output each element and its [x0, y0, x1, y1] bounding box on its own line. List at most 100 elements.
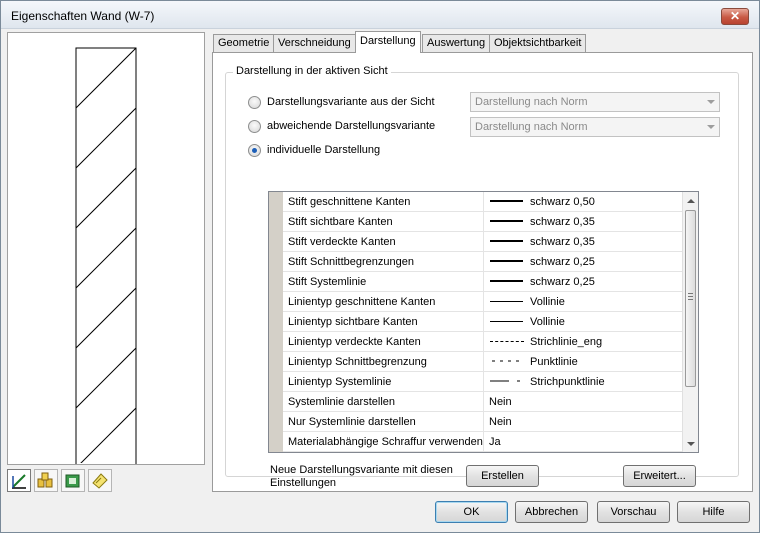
scroll-thumb[interactable] [685, 210, 696, 387]
property-name: Stift sichtbare Kanten [283, 212, 484, 231]
property-value-text: Punktlinie [530, 356, 578, 368]
table-row[interactable]: Linientyp Systemlinie Strichpunktlinie [283, 372, 682, 392]
line-sample [490, 301, 523, 302]
table-row[interactable]: Stift Systemlinie schwarz 0,25 [283, 272, 682, 292]
dialog-window: Eigenschaften Wand (W-7) ✕ Geometrie Ver… [0, 0, 760, 533]
property-value-text: schwarz 0,50 [530, 196, 595, 208]
help-button[interactable]: Hilfe [677, 501, 750, 523]
property-name: Stift Schnittbegrenzungen [283, 252, 484, 271]
property-value[interactable]: schwarz 0,25 [485, 272, 682, 291]
chevron-down-icon [707, 125, 715, 129]
close-button[interactable]: ✕ [721, 8, 749, 25]
wall-hatch-drawing [75, 47, 137, 464]
property-value-text: schwarz 0,25 [530, 276, 595, 288]
table-row[interactable]: Stift geschnittene Kanten schwarz 0,50 [283, 192, 682, 212]
chevron-down-icon [707, 100, 715, 104]
table-row[interactable]: Stift sichtbare Kanten schwarz 0,35 [283, 212, 682, 232]
radio-individual[interactable]: individuelle Darstellung [248, 143, 448, 159]
scroll-up-icon[interactable] [687, 199, 695, 203]
wall-preview [7, 32, 205, 465]
advanced-button[interactable]: Erweitert... [623, 465, 696, 487]
property-value-text: Vollinie [530, 296, 565, 308]
vertical-scrollbar[interactable] [682, 192, 698, 452]
property-name: Linientyp geschnittene Kanten [283, 292, 484, 311]
property-value[interactable]: schwarz 0,50 [485, 192, 682, 211]
table-row[interactable]: Linientyp Schnittbegrenzung Punktlinie [283, 352, 682, 372]
alternate-variant-select: Darstellung nach Norm [470, 117, 720, 137]
property-value[interactable]: schwarz 0,25 [485, 252, 682, 271]
property-value[interactable]: Strichlinie_eng [485, 332, 682, 351]
table-row[interactable]: Materialabhängige Schraffur verwenden Ja [283, 432, 682, 452]
property-name: Systemlinie darstellen [283, 392, 484, 411]
radio-button[interactable] [248, 120, 261, 133]
radio-label: abweichende Darstellungsvariante [267, 120, 436, 132]
property-name: Linientyp sichtbare Kanten [283, 312, 484, 331]
ok-button[interactable]: OK [435, 501, 508, 523]
table-row[interactable]: Stift verdeckte Kanten schwarz 0,35 [283, 232, 682, 252]
create-variant-text: Neue Darstellungsvariante mit diesen Ein… [270, 464, 453, 489]
line-sample [490, 260, 523, 262]
property-value[interactable]: Nein [485, 412, 682, 431]
line-sample [490, 240, 523, 242]
wall-properties-icon[interactable] [7, 469, 31, 492]
export-icon[interactable] [61, 469, 85, 492]
property-name: Stift geschnittene Kanten [283, 192, 484, 211]
table-row[interactable]: Linientyp sichtbare Kanten Vollinie [283, 312, 682, 332]
table-row[interactable]: Stift Schnittbegrenzungen schwarz 0,25 [283, 252, 682, 272]
tab-geometrie[interactable]: Geometrie [213, 34, 275, 52]
cancel-button[interactable]: Abbrechen [515, 501, 588, 523]
property-name: Stift verdeckte Kanten [283, 232, 484, 251]
line-sample [490, 200, 523, 202]
property-value[interactable]: Vollinie [485, 292, 682, 311]
property-value[interactable]: Punktlinie [485, 352, 682, 371]
note-icon[interactable] [88, 469, 112, 492]
property-value[interactable]: schwarz 0,35 [485, 212, 682, 231]
window-title: Eigenschaften Wand (W-7) [11, 9, 155, 23]
property-value[interactable]: Strichpunktlinie [485, 372, 682, 391]
grip-icon [688, 293, 693, 300]
property-value[interactable]: Nein [485, 392, 682, 411]
preview-toolbar [7, 469, 127, 493]
property-value-text: Nein [489, 396, 512, 408]
tab-verschneidung[interactable]: Verschneidung [273, 34, 356, 52]
table-row[interactable]: Systemlinie darstellen Nein [283, 392, 682, 412]
tab-auswertung[interactable]: Auswertung [422, 34, 491, 52]
property-name: Nur Systemlinie darstellen [283, 412, 484, 431]
radio-label: individuelle Darstellung [267, 144, 381, 156]
tab-darstellung[interactable]: Darstellung [355, 31, 421, 53]
table-row[interactable]: Linientyp verdeckte Kanten Strichlinie_en… [283, 332, 682, 352]
line-sample [490, 321, 523, 322]
radio-alternate-variant[interactable]: abweichende Darstellungsvariante Darstel… [248, 117, 728, 137]
property-value-text: Strichpunktlinie [530, 376, 605, 388]
preview-button[interactable]: Vorschau [597, 501, 670, 523]
close-icon: ✕ [729, 9, 741, 23]
property-name: Materialabhängige Schraffur verwenden [283, 432, 484, 451]
property-value[interactable]: schwarz 0,35 [485, 232, 682, 251]
title-bar: Eigenschaften Wand (W-7) ✕ [1, 1, 759, 29]
table-row[interactable]: Linientyp geschnittene Kanten Vollinie [283, 292, 682, 312]
property-name: Stift Systemlinie [283, 272, 484, 291]
scroll-down-icon[interactable] [687, 442, 695, 446]
property-grid: Stift geschnittene Kanten schwarz 0,50 Sti… [268, 191, 699, 453]
property-name: Linientyp Systemlinie [283, 372, 484, 391]
property-value-text: schwarz 0,35 [530, 216, 595, 228]
display-group: Darstellung in der aktiven Sicht Darstel… [225, 65, 739, 489]
radio-button[interactable] [248, 96, 261, 109]
tab-objektsichtbarkeit[interactable]: Objektsichtbarkeit [489, 34, 587, 52]
tab-panel-darstellung: Darstellung in der aktiven Sicht Darstel… [212, 52, 753, 492]
line-sample [490, 341, 524, 342]
property-name: Linientyp Schnittbegrenzung [283, 352, 484, 371]
property-value-text: schwarz 0,35 [530, 236, 595, 248]
property-name: Linientyp verdeckte Kanten [283, 332, 484, 351]
radio-view-variant[interactable]: Darstellungsvariante aus der Sicht Darst… [248, 92, 728, 112]
line-sample [490, 280, 523, 282]
property-value-text: Vollinie [530, 316, 565, 328]
table-row[interactable]: Nur Systemlinie darstellen Nein [283, 412, 682, 432]
group-title: Darstellung in der aktiven Sicht [233, 65, 391, 77]
layers-icon[interactable] [34, 469, 58, 492]
create-button[interactable]: Erstellen [466, 465, 539, 487]
property-value[interactable]: Vollinie [485, 312, 682, 331]
radio-button-checked[interactable] [248, 144, 261, 157]
property-value[interactable]: Ja [485, 432, 682, 451]
property-value-text: Nein [489, 416, 512, 428]
